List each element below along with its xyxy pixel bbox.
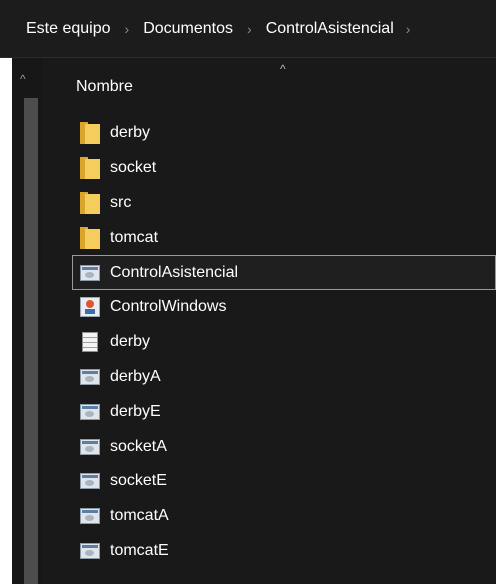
list-item-derby-file[interactable]: derby (42, 325, 496, 360)
list-item-tomcate[interactable]: tomcatE (42, 534, 496, 569)
executable-icon (80, 438, 100, 455)
text-file-icon (82, 332, 98, 353)
list-item-derbya[interactable]: derbyA (42, 360, 496, 395)
list-item-sockete[interactable]: socketE (42, 464, 496, 499)
folder-icon (80, 191, 100, 214)
file-name: derby (110, 124, 151, 142)
folder-icon (80, 157, 100, 180)
file-name: ControlWindows (110, 298, 227, 316)
executable-icon (80, 368, 100, 385)
file-name: derby (110, 333, 151, 351)
folder-icon (80, 122, 100, 145)
list-item-controlwindows[interactable]: ControlWindows (42, 290, 496, 325)
scrollbar-thumb[interactable] (24, 98, 38, 584)
file-name: socket (110, 159, 157, 177)
file-name: tomcatE (110, 541, 169, 559)
column-header-nombre[interactable]: Nombre (76, 78, 133, 96)
file-name: derbyE (110, 402, 161, 420)
breadcrumb-item-este-equipo[interactable]: Este equipo (26, 20, 111, 38)
sort-ascending-icon: ^ (280, 62, 286, 76)
executable-icon (80, 264, 100, 281)
list-item-controlasistencial[interactable]: ControlAsistencial (72, 255, 496, 290)
navigation-pane-edge (0, 58, 12, 584)
file-list-pane: ^ Nombre derby socket src tomcat Control… (42, 58, 496, 584)
list-item-folder-src[interactable]: src (42, 186, 496, 221)
file-list: derby socket src tomcat ControlAsistenci… (42, 116, 496, 568)
file-name: src (110, 193, 132, 211)
executable-icon (80, 403, 100, 420)
breadcrumb-item-controlasistencial[interactable]: ControlAsistencial (266, 20, 394, 38)
file-name: socketA (110, 437, 167, 455)
list-item-folder-tomcat[interactable]: tomcat (42, 220, 496, 255)
breadcrumb: Este equipo › Documentos › ControlAsiste… (0, 0, 496, 58)
folder-icon (80, 226, 100, 249)
executable-icon (80, 542, 100, 559)
breadcrumb-separator-icon[interactable]: › (125, 21, 130, 37)
breadcrumb-item-documentos[interactable]: Documentos (143, 20, 233, 38)
list-item-folder-socket[interactable]: socket (42, 151, 496, 186)
file-name: tomcatA (110, 507, 169, 525)
file-name: tomcat (110, 228, 159, 246)
breadcrumb-separator-icon[interactable]: › (247, 21, 252, 37)
file-name: socketE (110, 472, 167, 490)
executable-icon (80, 508, 100, 525)
java-jar-icon (80, 297, 100, 318)
file-name: derbyA (110, 367, 161, 385)
breadcrumb-separator-icon[interactable]: › (406, 21, 411, 37)
list-item-derbye[interactable]: derbyE (42, 394, 496, 429)
navigation-scrollbar[interactable]: ^ (12, 58, 42, 584)
executable-icon (80, 473, 100, 490)
list-item-socketa[interactable]: socketA (42, 429, 496, 464)
scroll-up-arrow-icon[interactable]: ^ (20, 72, 26, 86)
list-item-folder-derby[interactable]: derby (42, 116, 496, 151)
list-item-tomcata[interactable]: tomcatA (42, 499, 496, 534)
file-name: ControlAsistencial (110, 263, 239, 281)
